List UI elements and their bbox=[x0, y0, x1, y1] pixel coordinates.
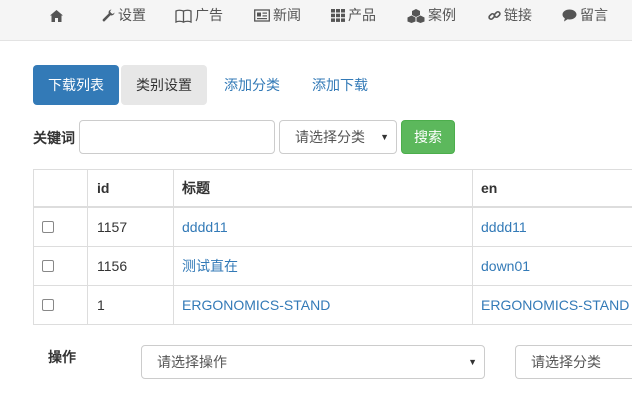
row-en-link[interactable]: down01 bbox=[473, 247, 632, 285]
keyword-input[interactable] bbox=[79, 120, 275, 154]
row-checkbox-cell bbox=[34, 286, 88, 324]
nav-label: 链接 bbox=[504, 7, 532, 23]
nav-news[interactable]: 新闻 bbox=[254, 0, 301, 31]
row-id: 1 bbox=[88, 286, 174, 324]
row-checkbox[interactable] bbox=[42, 260, 54, 272]
caret-down-icon: ▼ bbox=[380, 132, 389, 142]
nav-links[interactable]: 链接 bbox=[488, 0, 532, 31]
newspaper-icon bbox=[254, 9, 270, 22]
row-en-link[interactable]: ERGONOMICS-STAND bbox=[473, 286, 632, 324]
nav-ads[interactable]: 广告 bbox=[175, 0, 223, 31]
header-en: en bbox=[481, 180, 498, 196]
home-icon bbox=[50, 9, 63, 22]
grid-icon bbox=[331, 9, 345, 22]
tab-category-settings[interactable]: 类别设置 bbox=[121, 65, 207, 105]
table-header-row: id 标题 en bbox=[34, 170, 632, 208]
row-checkbox[interactable] bbox=[42, 221, 54, 233]
top-nav: 设置 广告 新闻 产品 案例 链接 留言 bbox=[0, 0, 632, 41]
keyword-label: 关键词 bbox=[33, 130, 75, 146]
header-id: id bbox=[88, 170, 174, 206]
nav-label: 设置 bbox=[118, 7, 146, 23]
nav-label: 留言 bbox=[580, 7, 608, 23]
nav-label: 广告 bbox=[195, 7, 223, 23]
header-checkbox-cell bbox=[34, 170, 88, 206]
row-checkbox-cell bbox=[34, 247, 88, 285]
category-select-value: 请选择分类 bbox=[295, 129, 365, 145]
nav-cases[interactable]: 案例 bbox=[407, 0, 456, 31]
operation-select-value: 请选择操作 bbox=[157, 354, 227, 370]
tab-add-category[interactable]: 添加分类 bbox=[224, 65, 280, 105]
nav-messages[interactable]: 留言 bbox=[562, 0, 608, 31]
nav-settings[interactable]: 设置 bbox=[102, 0, 146, 31]
row-title-link[interactable]: 测试直在 bbox=[174, 247, 473, 285]
row-checkbox-cell bbox=[34, 208, 88, 246]
nav-label: 案例 bbox=[428, 7, 456, 23]
row-title-link[interactable]: ERGONOMICS-STAND bbox=[174, 286, 473, 324]
row-id: 1156 bbox=[88, 247, 174, 285]
table-row: 1157 dddd11 dddd11 bbox=[34, 208, 632, 247]
row-title-link[interactable]: dddd11 bbox=[174, 208, 473, 246]
category-select[interactable]: 请选择分类 ▼ bbox=[279, 120, 397, 154]
download-table: id 标题 en 1157 dddd11 dddd11 1156 测试直在 do… bbox=[33, 169, 632, 325]
link-icon bbox=[488, 9, 501, 22]
table-row: 1 ERGONOMICS-STAND ERGONOMICS-STAND bbox=[34, 286, 632, 325]
nav-label: 新闻 bbox=[273, 7, 301, 23]
wrench-icon bbox=[102, 9, 115, 22]
tab-download-list[interactable]: 下载列表 bbox=[33, 65, 119, 105]
nav-products[interactable]: 产品 bbox=[331, 0, 376, 31]
row-en-link[interactable]: dddd11 bbox=[473, 208, 632, 246]
operation-select[interactable]: 请选择操作 ▼ bbox=[141, 345, 485, 379]
header-title: 标题 bbox=[174, 170, 473, 206]
comment-icon bbox=[562, 9, 577, 22]
footer-category-select-value: 请选择分类 bbox=[531, 354, 601, 370]
row-checkbox[interactable] bbox=[42, 299, 54, 311]
cubes-icon bbox=[407, 8, 425, 23]
nav-home[interactable] bbox=[50, 0, 63, 31]
caret-down-icon: ▼ bbox=[468, 357, 477, 367]
nav-label: 产品 bbox=[348, 7, 376, 23]
search-button[interactable]: 搜索 bbox=[401, 120, 455, 154]
footer-category-select[interactable]: 请选择分类 bbox=[515, 345, 632, 379]
operation-label: 操作 bbox=[48, 349, 76, 365]
row-id: 1157 bbox=[88, 208, 174, 246]
tab-add-download[interactable]: 添加下载 bbox=[312, 65, 368, 105]
table-row: 1156 测试直在 down01 bbox=[34, 247, 632, 286]
book-icon bbox=[175, 9, 192, 23]
